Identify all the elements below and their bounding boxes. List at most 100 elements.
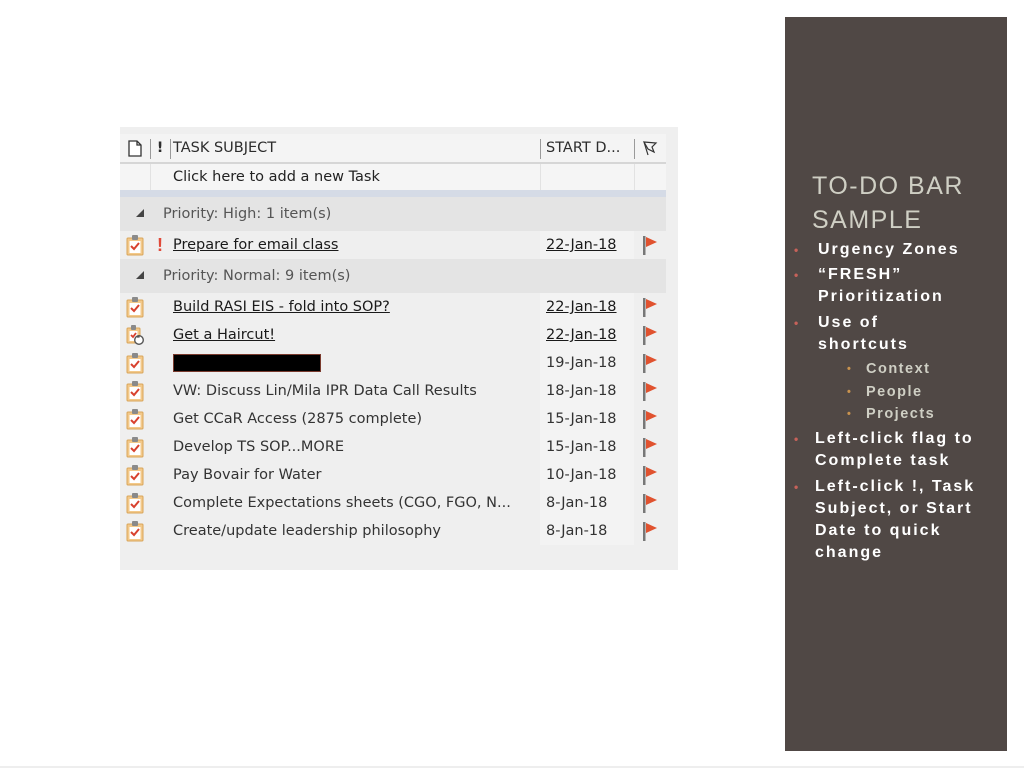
start-date-header-label: START D... [546,140,621,156]
sub-bullet-text: Projects [866,406,936,422]
task-start-date[interactable]: 22-Jan-18 [540,321,634,349]
task-subject[interactable]: Develop TS SOP...MORE [170,433,540,461]
column-header-flag[interactable] [634,134,666,162]
column-header-start-date[interactable]: START D... [540,134,634,162]
task-start-date[interactable]: 10-Jan-18 [540,461,634,489]
task-row[interactable]: Get CCaR Access (2875 complete) 15-Jan-18 [120,405,666,433]
task-start-date-text: 15-Jan-18 [546,439,617,455]
task-start-date-text: 10-Jan-18 [546,467,617,483]
task-row[interactable]: Develop TS SOP...MORE 15-Jan-18 [120,433,666,461]
column-header-importance[interactable]: ! [150,134,170,162]
task-subject[interactable]: Get a Haircut! [170,321,540,349]
task-subject[interactable]: Prepare for email class [170,231,540,259]
task-start-date-text: 15-Jan-18 [546,411,617,427]
collapse-triangle-icon[interactable] [136,209,144,217]
task-row[interactable]: Get a Haircut! 22-Jan-18 [120,321,666,349]
redacted-subject [173,354,321,372]
task-start-date[interactable]: 8-Jan-18 [540,489,634,517]
bullet-dot-icon: • [794,480,801,494]
task-start-date-text: 8-Jan-18 [546,495,608,511]
priority-group-header[interactable]: Priority: High: 1 item(s) [120,197,666,231]
task-subject-text: Develop TS SOP...MORE [173,439,345,455]
todo-bar-screenshot: ! TASK SUBJECT START D... Click here to … [120,127,678,570]
task-row[interactable]: ! Prepare for email class 22-Jan-18 [120,231,666,259]
bullet-text: “FRESH” [818,266,903,283]
importance-cell[interactable] [150,517,170,545]
slide-side-panel: TO-DO BAR SAMPLE • Urgency Zones • “FRES… [785,17,1007,751]
importance-header-label: ! [156,140,164,156]
slide-title-line-2: SAMPLE [812,206,923,234]
flag-icon[interactable] [634,489,666,517]
sub-bullet-people: • People [847,381,923,403]
task-row[interactable]: 19-Jan-18 [120,349,666,377]
new-task-input[interactable]: Click here to add a new Task [170,164,540,190]
importance-cell[interactable] [150,293,170,321]
flag-icon[interactable] [634,231,666,259]
flag-icon[interactable] [634,293,666,321]
bullet-dot-icon: • [794,432,801,446]
bullet-dot-icon: • [794,268,801,282]
bullet-text: Date to quick [815,522,942,539]
task-subject[interactable]: Get CCaR Access (2875 complete) [170,405,540,433]
task-icon [120,461,150,489]
task-subject[interactable]: Complete Expectations sheets (CGO, FGO, … [170,489,540,517]
slide-title: TO-DO BAR SAMPLE [812,169,1002,237]
bullet-text: Subject, or Start [815,500,973,517]
task-subject[interactable]: Pay Bovair for Water [170,461,540,489]
task-subject[interactable] [170,349,540,377]
collapse-triangle-icon[interactable] [136,271,144,279]
task-start-date[interactable]: 22-Jan-18 [540,231,634,259]
priority-group-label: Priority: Normal: 9 item(s) [163,268,351,284]
task-icon [120,517,150,545]
task-start-date-text: 8-Jan-18 [546,523,608,539]
task-start-date[interactable]: 19-Jan-18 [540,349,634,377]
flag-icon[interactable] [634,461,666,489]
priority-group-header[interactable]: Priority: Normal: 9 item(s) [120,259,666,293]
task-subject-text: VW: Discuss Lin/Mila IPR Data Call Resul… [173,383,477,399]
divider [120,190,666,197]
recurring-task-icon [120,321,150,349]
task-subject[interactable]: Create/update leadership philosophy [170,517,540,545]
bullet-text: Use of [818,314,879,331]
importance-cell[interactable] [150,377,170,405]
flag-icon[interactable] [634,405,666,433]
task-row[interactable]: Complete Expectations sheets (CGO, FGO, … [120,489,666,517]
document-icon [128,139,142,157]
task-start-date[interactable]: 22-Jan-18 [540,293,634,321]
flag-icon[interactable] [634,321,666,349]
importance-cell[interactable] [150,461,170,489]
task-row[interactable]: Create/update leadership philosophy 8-Jan… [120,517,666,545]
task-icon [120,489,150,517]
bullet-text: change [815,544,884,561]
bullet-dot-icon: • [794,316,801,330]
task-subject[interactable]: VW: Discuss Lin/Mila IPR Data Call Resul… [170,377,540,405]
flag-icon[interactable] [634,349,666,377]
column-header-task-subject[interactable]: TASK SUBJECT [170,134,540,162]
sub-bullet-dot-icon: • [847,386,853,398]
importance-cell[interactable] [150,349,170,377]
task-start-date[interactable]: 15-Jan-18 [540,433,634,461]
column-header-icon[interactable] [120,134,150,162]
task-row[interactable]: Pay Bovair for Water 10-Jan-18 [120,461,666,489]
flag-icon[interactable] [634,517,666,545]
task-start-date[interactable]: 8-Jan-18 [540,517,634,545]
new-task-row[interactable]: Click here to add a new Task [120,164,666,190]
task-row[interactable]: VW: Discuss Lin/Mila IPR Data Call Resul… [120,377,666,405]
importance-cell[interactable] [150,321,170,349]
importance-cell[interactable] [150,405,170,433]
flag-icon[interactable] [634,377,666,405]
importance-cell[interactable] [150,433,170,461]
task-start-date[interactable]: 18-Jan-18 [540,377,634,405]
bullet-text: shortcuts [818,336,909,353]
importance-cell[interactable] [150,489,170,517]
task-start-date-text: 18-Jan-18 [546,383,617,399]
task-subject-text: Prepare for email class [173,237,339,253]
task-subject[interactable]: Build RASI EIS - fold into SOP? [170,293,540,321]
importance-cell[interactable]: ! [150,231,170,259]
task-subject-text: Pay Bovair for Water [173,467,322,483]
sub-bullet-context: • Context [847,358,930,380]
task-start-date[interactable]: 15-Jan-18 [540,405,634,433]
task-icon [120,377,150,405]
flag-icon[interactable] [634,433,666,461]
task-row[interactable]: Build RASI EIS - fold into SOP? 22-Jan-18 [120,293,666,321]
